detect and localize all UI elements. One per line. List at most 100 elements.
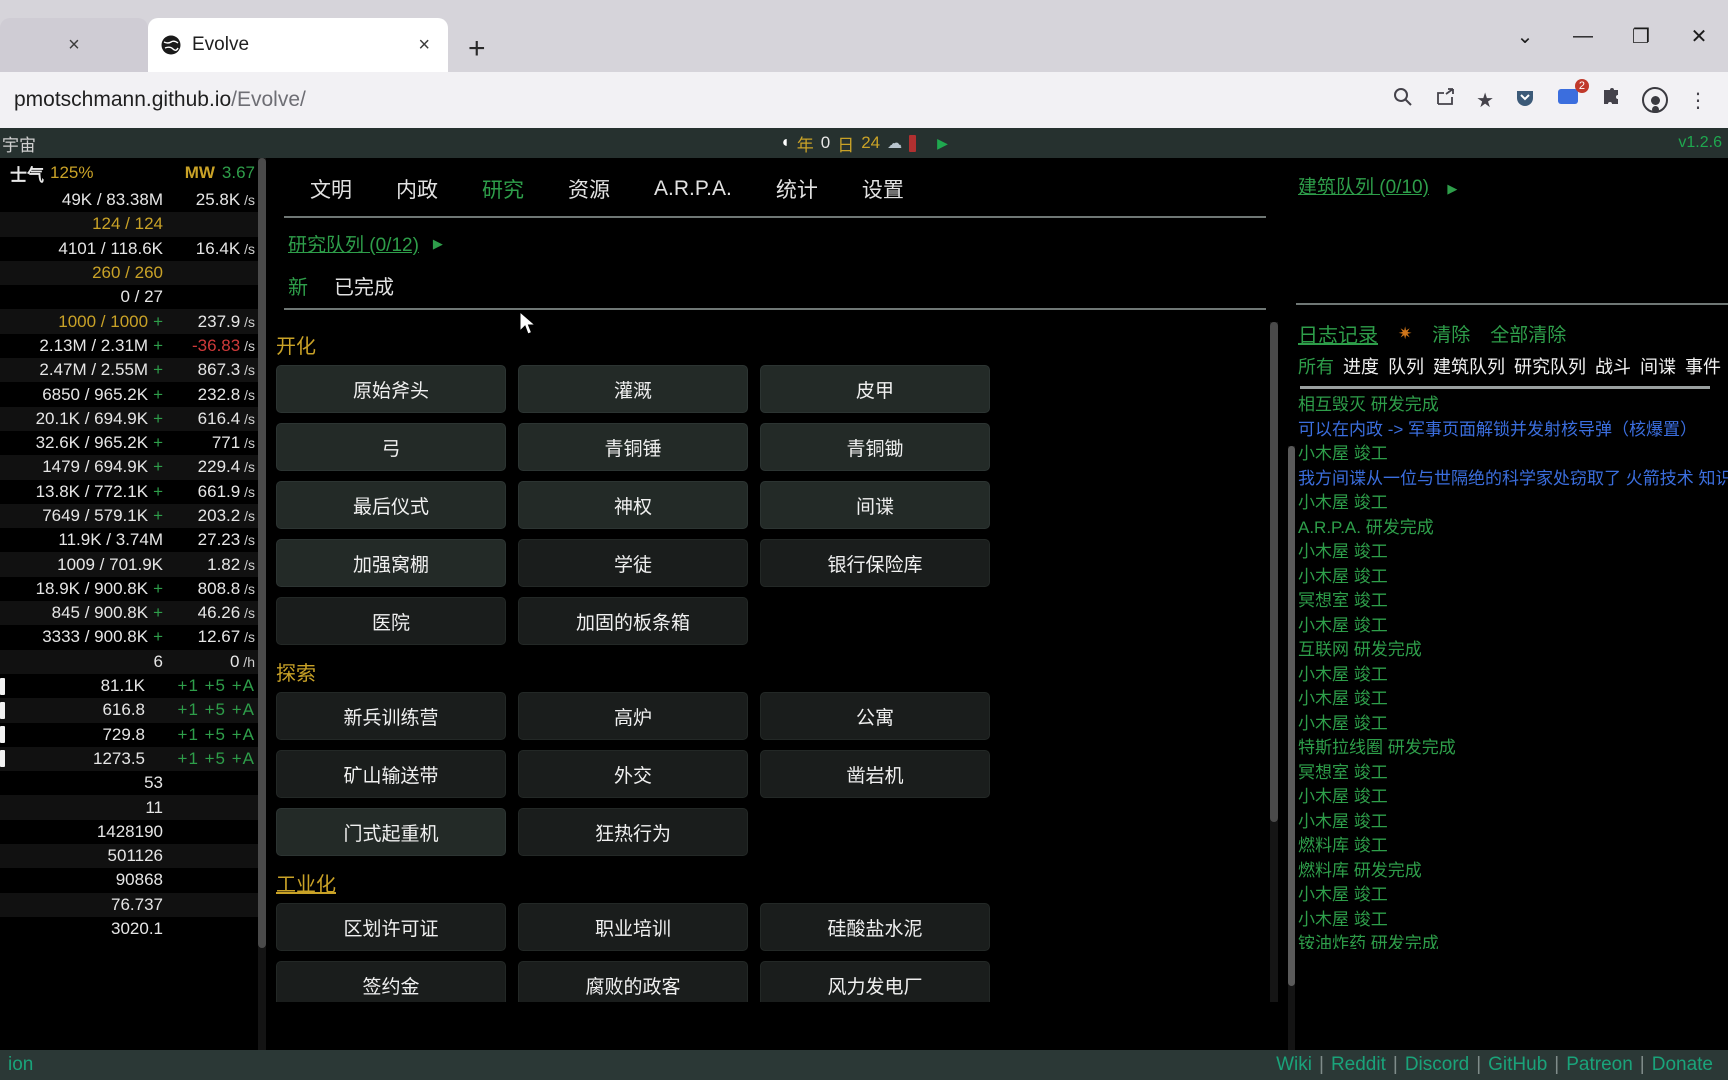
log-filter-所有[interactable]: 所有 xyxy=(1298,353,1334,379)
resource-row[interactable]: 11.9K / 3.74M 27.23 /s xyxy=(0,528,266,552)
tech-button[interactable]: 医院 xyxy=(276,597,506,645)
clear-button[interactable]: 清除 xyxy=(1432,320,1470,347)
footer-link-github[interactable]: GitHub xyxy=(1481,1054,1554,1076)
resource-row[interactable]: 6850 / 965.2K +232.8 /s xyxy=(0,382,266,406)
tech-button[interactable]: 职业培训 xyxy=(518,903,748,951)
resource-plus-icon[interactable]: + xyxy=(148,312,163,332)
minimize-button[interactable]: — xyxy=(1554,0,1612,72)
chevron-right-icon[interactable]: ▶ xyxy=(1447,181,1457,196)
resource-row[interactable]: 7649 / 579.1K +203.2 /s xyxy=(0,503,266,529)
resource-plus-icon[interactable]: + xyxy=(148,409,163,429)
close-icon[interactable]: × xyxy=(412,34,436,57)
tech-button[interactable]: 弓 xyxy=(276,423,506,471)
chevron-down-icon[interactable]: ⌄ xyxy=(1496,0,1554,72)
message-log-title[interactable]: 日志记录 xyxy=(1298,319,1378,348)
resource-row[interactable]: 0 / 27 xyxy=(0,285,266,309)
nav-tab-资源[interactable]: 资源 xyxy=(546,170,632,208)
resource-row[interactable]: 11 xyxy=(0,795,266,820)
share-icon[interactable] xyxy=(1434,86,1456,114)
nav-tab-设置[interactable]: 设置 xyxy=(840,170,926,208)
log-filter-队列[interactable]: 队列 xyxy=(1388,353,1424,379)
scrollbar-thumb[interactable] xyxy=(1270,322,1278,822)
log-filter-事件[interactable]: 事件 xyxy=(1685,353,1721,379)
log-filter-研究队列[interactable]: 研究队列 xyxy=(1514,353,1586,379)
resource-row[interactable]: 845 / 900.8K +46.26 /s xyxy=(0,601,266,626)
search-icon[interactable] xyxy=(1392,86,1414,114)
resource-plus-icon[interactable]: + xyxy=(148,506,163,526)
tech-button[interactable]: 矿山输送带 xyxy=(276,750,506,798)
resource-plus-icon[interactable]: + xyxy=(148,385,163,405)
resource-row[interactable]: 729.8 +1 +5 +A xyxy=(0,723,266,747)
resource-row[interactable]: 18.9K / 900.8K +808.8 /s xyxy=(0,577,266,601)
tech-button[interactable]: 神权 xyxy=(518,481,748,529)
resource-row[interactable]: 13.8K / 772.1K +661.9 /s xyxy=(0,480,266,504)
tech-button[interactable]: 原始斧头 xyxy=(276,365,506,413)
resource-row[interactable]: 124 / 124 xyxy=(0,212,266,237)
nav-tab-统计[interactable]: 统计 xyxy=(754,170,840,208)
resource-row[interactable]: 501126 xyxy=(0,844,266,869)
resource-row[interactable]: 20.1K / 694.9K +616.4 /s xyxy=(0,406,266,431)
resource-row[interactable]: 1000 / 1000 +237.9 /s xyxy=(0,309,266,334)
tech-button[interactable]: 青铜锄 xyxy=(760,423,990,471)
close-window-button[interactable]: ✕ xyxy=(1670,0,1728,72)
research-filter-已完成[interactable]: 已完成 xyxy=(334,271,394,300)
close-icon[interactable]: × xyxy=(68,34,80,57)
footer-link-donate[interactable]: Donate xyxy=(1645,1054,1720,1076)
resource-plus-icon[interactable]: + xyxy=(148,336,163,356)
resource-row[interactable]: 81.1K +1 +5 +A xyxy=(0,674,266,698)
resource-row[interactable]: 3020.1 xyxy=(0,917,266,941)
resource-plus-icon[interactable]: + xyxy=(148,433,163,453)
resource-row[interactable]: 90868 xyxy=(0,868,266,892)
gear-icon[interactable]: ✷ xyxy=(1398,324,1412,344)
tech-button[interactable]: 风力发电厂 xyxy=(760,961,990,1002)
tech-button[interactable]: 间谍 xyxy=(760,481,990,529)
tech-button[interactable]: 公寓 xyxy=(760,692,990,740)
resource-plus-icon[interactable]: + xyxy=(148,603,163,623)
resource-row[interactable]: 1479 / 694.9K +229.4 /s xyxy=(0,455,266,480)
resource-row[interactable]: 616.8 +1 +5 +A xyxy=(0,698,266,723)
nav-tab-内政[interactable]: 内政 xyxy=(374,170,460,208)
tech-button[interactable]: 外交 xyxy=(518,750,748,798)
chevron-right-icon[interactable]: ▶ xyxy=(433,236,443,252)
build-queue-link[interactable]: 建筑队列 (0/10) xyxy=(1298,177,1429,198)
tech-button[interactable]: 青铜锤 xyxy=(518,423,748,471)
scrollbar-thumb[interactable] xyxy=(1288,446,1295,986)
resource-plus-icon[interactable]: + xyxy=(148,360,163,380)
footer-link-discord[interactable]: Discord xyxy=(1398,1054,1476,1076)
address-bar[interactable]: pmotschmann.github.io/Evolve/ ★ 2 ⋮ xyxy=(0,72,1728,128)
resource-row[interactable]: 49K / 83.38M 25.8K /s xyxy=(0,188,266,212)
star-icon[interactable]: ★ xyxy=(1476,88,1494,113)
resource-plus-icon[interactable]: + xyxy=(148,627,163,647)
footer-link-patreon[interactable]: Patreon xyxy=(1559,1054,1640,1076)
log-filter-进度[interactable]: 进度 xyxy=(1343,353,1379,379)
resource-row[interactable]: 3333 / 900.8K +12.67 /s xyxy=(0,625,266,649)
tech-button[interactable]: 腐败的政客 xyxy=(518,961,748,1002)
browser-tab-inactive[interactable]: × xyxy=(0,18,148,72)
footer-link-wiki[interactable]: Wiki xyxy=(1269,1054,1319,1076)
resource-plus-icon[interactable]: + xyxy=(148,457,163,477)
log-filter-建筑队列[interactable]: 建筑队列 xyxy=(1433,353,1505,379)
research-filter-新[interactable]: 新 xyxy=(288,271,308,300)
resource-row[interactable]: 53 xyxy=(0,771,266,795)
tech-button[interactable]: 学徒 xyxy=(518,539,748,587)
resource-row[interactable]: 6 0 /h xyxy=(0,649,266,674)
nav-tab-A.R.P.A.[interactable]: A.R.P.A. xyxy=(632,173,754,205)
tech-scrollbar[interactable] xyxy=(1270,322,1278,1002)
tech-button[interactable]: 区划许可证 xyxy=(276,903,506,951)
tech-button[interactable]: 加强窝棚 xyxy=(276,539,506,587)
resource-row[interactable]: 32.6K / 965.2K +771 /s xyxy=(0,431,266,455)
nav-tab-文明[interactable]: 文明 xyxy=(288,170,374,208)
clear-all-button[interactable]: 全部清除 xyxy=(1490,320,1566,347)
maximize-button[interactable]: ❐ xyxy=(1612,0,1670,72)
resource-row[interactable]: 1273.5 +1 +5 +A xyxy=(0,746,266,772)
resource-row[interactable]: 4101 / 118.6K 16.4K /s xyxy=(0,237,266,261)
tech-button[interactable]: 签约金 xyxy=(276,961,506,1002)
tech-button[interactable]: 高炉 xyxy=(518,692,748,740)
new-tab-button[interactable]: + xyxy=(448,34,506,72)
browser-tab-evolve[interactable]: Evolve × xyxy=(148,18,448,72)
pocket-icon[interactable] xyxy=(1514,86,1536,114)
resource-row[interactable]: 2.47M / 2.55M +867.3 /s xyxy=(0,358,266,383)
tech-button[interactable]: 凿岩机 xyxy=(760,750,990,798)
log-filter-战斗[interactable]: 战斗 xyxy=(1595,353,1631,379)
resource-plus-icon[interactable]: + xyxy=(148,482,163,502)
